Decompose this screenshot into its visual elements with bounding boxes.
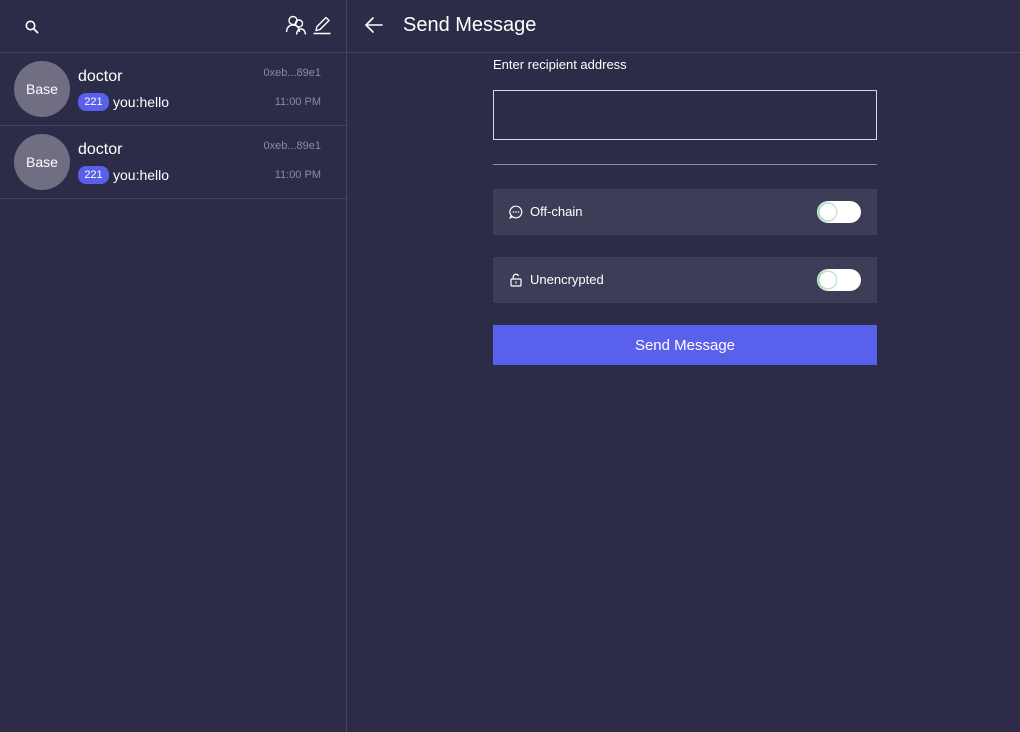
conversation-item[interactable]: Base doctor 221 you:hello 0xeb...89e1 11… <box>0 126 346 199</box>
message-preview: you:hello <box>113 167 170 183</box>
unencrypted-toggle[interactable] <box>817 269 861 291</box>
recipient-address-input[interactable] <box>493 90 877 140</box>
conversation-name: doctor <box>78 68 123 85</box>
main-header: Send Message <box>348 0 1020 53</box>
conversation-address: 0xeb...89e1 <box>263 67 322 79</box>
search-icon[interactable] <box>24 19 40 35</box>
conversation-sidebar: Base doctor 221 you:hello 0xeb...89e1 11… <box>0 0 347 732</box>
toggle-knob <box>819 271 837 289</box>
chat-bubble-icon <box>509 205 523 219</box>
conversation-address: 0xeb...89e1 <box>263 140 322 152</box>
unread-badge: 221 <box>78 166 109 184</box>
conversation-item[interactable]: Base doctor 221 you:hello 0xeb...89e1 11… <box>0 53 346 126</box>
arrow-left-icon[interactable] <box>364 15 384 35</box>
conversation-time: 11:00 PM <box>274 96 321 108</box>
offchain-toggle[interactable] <box>817 201 861 223</box>
conversation-time: 11:00 PM <box>274 169 321 181</box>
page-title: Send Message <box>403 14 537 36</box>
send-message-button[interactable]: Send Message <box>493 325 877 365</box>
avatar: Base <box>14 61 70 117</box>
toggle-knob <box>819 203 837 221</box>
unread-badge: 221 <box>78 93 109 111</box>
offchain-label: Off-chain <box>530 204 583 219</box>
unencrypted-option: Unencrypted <box>493 257 877 303</box>
send-message-panel: Send Message Enter recipient address Off… <box>348 0 1020 732</box>
unlock-icon <box>509 273 523 287</box>
divider <box>493 164 877 165</box>
conversation-name: doctor <box>78 141 123 158</box>
pencil-icon[interactable] <box>312 14 332 36</box>
message-preview: you:hello <box>113 94 170 110</box>
offchain-option: Off-chain <box>493 189 877 235</box>
avatar: Base <box>14 134 70 190</box>
recipient-label: Enter recipient address <box>493 57 627 72</box>
unencrypted-label: Unencrypted <box>530 272 604 287</box>
sidebar-header <box>0 0 346 53</box>
contacts-icon[interactable] <box>285 14 307 36</box>
